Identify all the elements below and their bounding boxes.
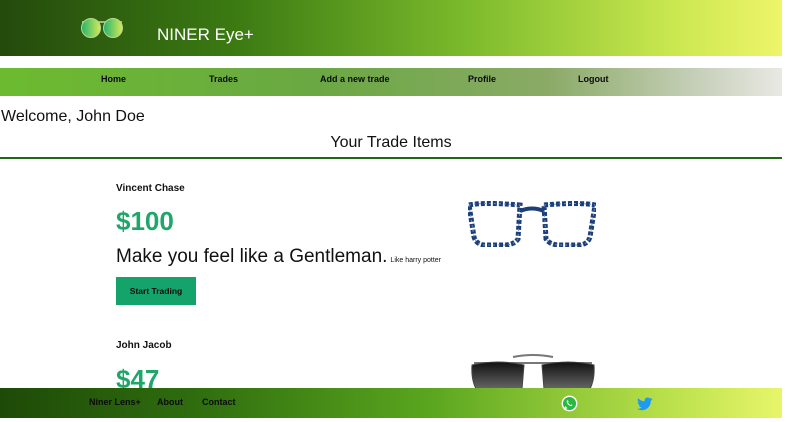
item-price: $100 <box>116 206 174 236</box>
header-bar: NINER Eye+ <box>0 0 782 56</box>
divider <box>0 157 782 159</box>
glasses-logo-icon[interactable] <box>80 16 124 40</box>
footer-bar: Niner Lens+ About Contact <box>0 388 782 418</box>
footer-link-contact[interactable]: Contact <box>202 388 236 416</box>
item-seller: Vincent Chase <box>116 183 185 194</box>
start-trading-button[interactable]: Start Trading <box>116 277 196 305</box>
nav-home[interactable]: Home <box>101 68 126 96</box>
item-note: Like harry potter <box>390 257 442 264</box>
nav-logout[interactable]: Logout <box>578 68 609 96</box>
aviator-sunglasses-image[interactable] <box>468 353 598 389</box>
welcome-message: Welcome, John Doe <box>1 108 145 125</box>
blue-tortoise-eyeglasses-image[interactable] <box>468 201 596 247</box>
nav-add-trade[interactable]: Add a new trade <box>320 68 390 96</box>
main-nav: Home Trades Add a new trade Profile Logo… <box>0 68 782 96</box>
item-description-text: Make you feel like a Gentleman. <box>116 246 388 267</box>
nav-trades[interactable]: Trades <box>209 68 238 96</box>
whatsapp-icon[interactable] <box>561 395 578 412</box>
footer-link-about[interactable]: About <box>157 388 183 416</box>
footer-link-niner-lens[interactable]: Niner Lens+ <box>89 388 141 416</box>
item-seller: John Jacob <box>116 340 172 351</box>
twitter-icon[interactable] <box>637 397 653 411</box>
item-description: Make you feel like a Gentleman. Like harr… <box>116 246 441 268</box>
nav-profile[interactable]: Profile <box>468 68 496 96</box>
brand-title[interactable]: NINER Eye+ <box>157 24 254 46</box>
page-title: Your Trade Items <box>330 134 452 151</box>
